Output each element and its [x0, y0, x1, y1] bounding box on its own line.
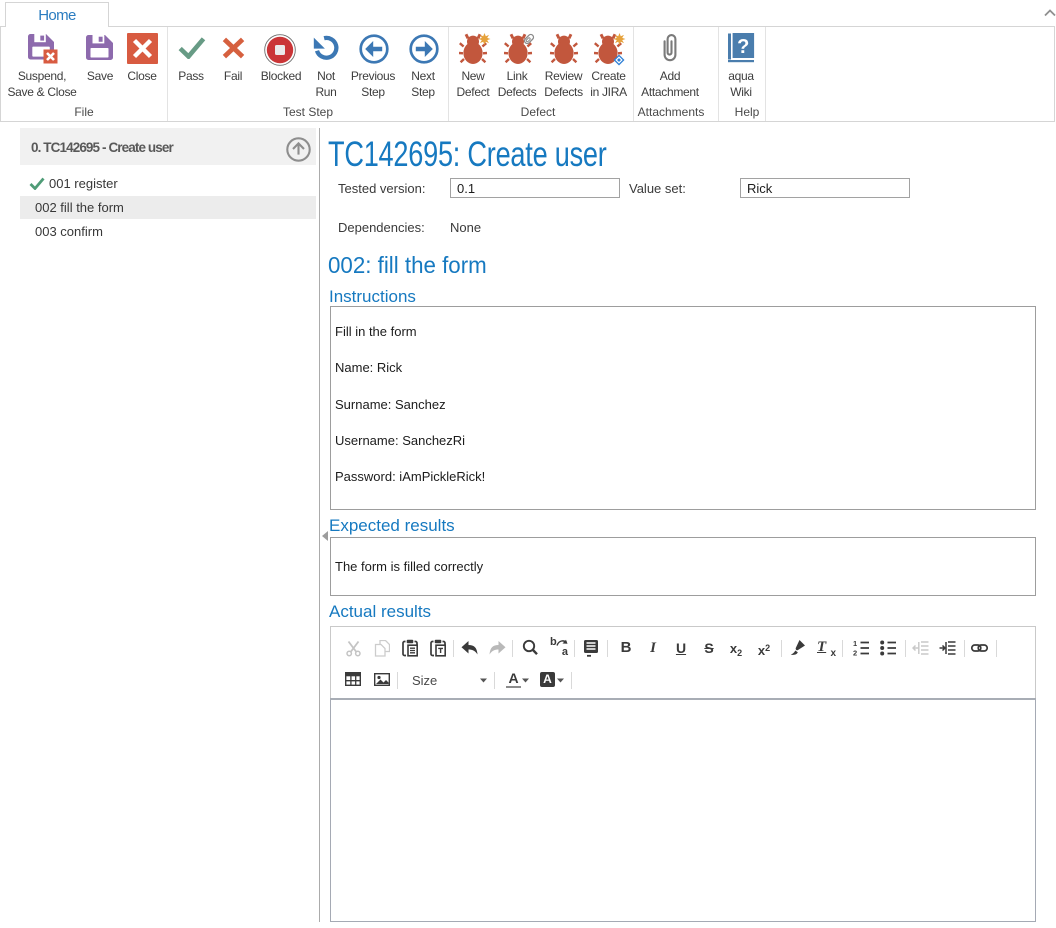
svg-text:?: ? [737, 36, 749, 58]
svg-text:2: 2 [853, 649, 857, 657]
svg-text:1: 1 [853, 640, 857, 648]
